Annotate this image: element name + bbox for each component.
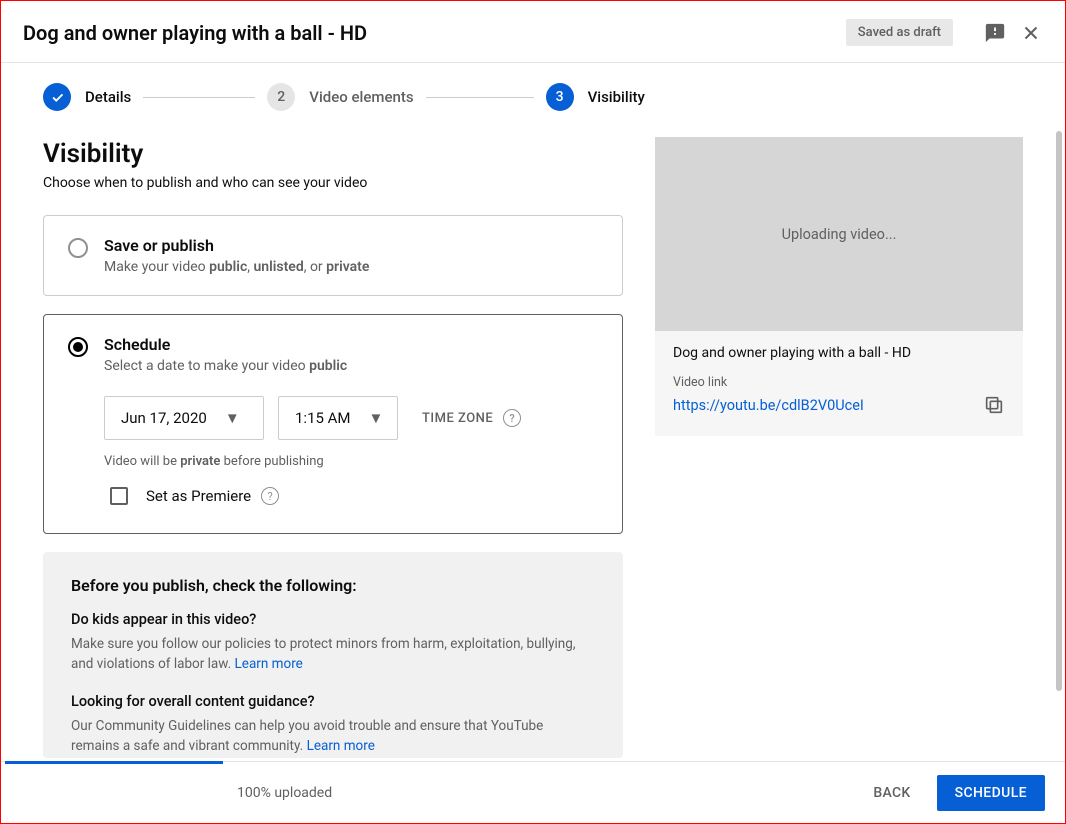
dropdown-value: 1:15 AM (295, 409, 351, 427)
video-link-label: Video link (673, 375, 1005, 390)
page-heading: Visibility (43, 139, 623, 169)
main-column: Visibility Choose when to publish and wh… (43, 131, 623, 761)
step-connector (143, 97, 255, 98)
video-info-panel: Dog and owner playing with a ball - HD V… (655, 331, 1023, 436)
option-content: Schedule Select a date to make your vide… (104, 335, 598, 505)
text: before publishing (220, 454, 323, 469)
step-video-elements[interactable]: 2 Video elements (267, 83, 413, 111)
uploading-text: Uploading video... (782, 226, 897, 243)
video-link[interactable]: https://youtu.be/cdlB2V0UceI (673, 397, 864, 414)
text-bold: private (180, 454, 220, 469)
step-label: Visibility (588, 88, 645, 106)
step-visibility[interactable]: 3 Visibility (546, 83, 645, 111)
dialog-title: Dog and owner playing with a ball - HD (23, 21, 846, 45)
dialog-footer: 100% uploaded BACK SCHEDULE (1, 761, 1065, 823)
upload-status-text: 100% uploaded (237, 785, 332, 801)
text: Video will be (104, 454, 180, 469)
option-content: Save or publish Make your video public, … (104, 236, 598, 275)
option-save-or-publish[interactable]: Save or publish Make your video public, … (43, 215, 623, 296)
checklist-question: Do kids appear in this video? (71, 611, 595, 628)
video-title: Dog and owner playing with a ball - HD (673, 345, 1005, 361)
option-title: Save or publish (104, 236, 598, 255)
schedule-date-dropdown[interactable]: Jun 17, 2020 ▼ (104, 396, 264, 440)
schedule-time-dropdown[interactable]: 1:15 AM ▼ (278, 396, 398, 440)
checklist-desc: Our Community Guidelines can help you av… (71, 716, 595, 757)
private-note: Video will be private before publishing (104, 454, 598, 469)
option-desc: Make your video public, unlisted, or pri… (104, 259, 598, 275)
text: Make your video (104, 259, 209, 275)
option-schedule[interactable]: Schedule Select a date to make your vide… (43, 314, 623, 534)
upload-progress-bar (5, 761, 223, 764)
dialog-header: Dog and owner playing with a ball - HD S… (1, 1, 1065, 62)
text: Make sure you follow our policies to pro… (71, 636, 576, 672)
dropdown-value: Jun 17, 2020 (121, 409, 207, 427)
step-label: Details (85, 88, 131, 106)
publish-checklist: Before you publish, check the following:… (43, 552, 623, 758)
text: , or (304, 259, 326, 275)
step-details[interactable]: Details (43, 83, 131, 111)
step-number: 3 (546, 83, 574, 111)
option-desc: Select a date to make your video public (104, 358, 598, 374)
step-number: 2 (267, 83, 295, 111)
scrollbar-thumb[interactable] (1056, 131, 1062, 691)
schedule-datetime-row: Jun 17, 2020 ▼ 1:15 AM ▼ TIME ZONE ? (104, 396, 598, 440)
timezone-label: TIME ZONE (422, 411, 493, 426)
step-connector (426, 97, 534, 98)
learn-more-link[interactable]: Learn more (235, 656, 303, 672)
chevron-down-icon: ▼ (369, 409, 384, 427)
learn-more-link[interactable]: Learn more (307, 738, 375, 754)
checklist-title: Before you publish, check the following: (71, 576, 595, 595)
help-icon[interactable]: ? (261, 487, 279, 505)
saved-draft-badge: Saved as draft (846, 19, 953, 46)
text-bold: public (209, 259, 247, 275)
premiere-checkbox[interactable] (110, 487, 128, 505)
chevron-down-icon: ▼ (225, 409, 240, 427)
radio-checked-icon[interactable] (68, 337, 88, 357)
close-icon[interactable] (1019, 21, 1043, 45)
back-button[interactable]: BACK (857, 775, 926, 811)
text: Select a date to make your video (104, 358, 309, 374)
checklist-desc: Make sure you follow our policies to pro… (71, 634, 595, 675)
step-label: Video elements (309, 88, 413, 106)
checklist-question: Looking for overall content guidance? (71, 693, 595, 710)
check-icon (43, 83, 71, 111)
feedback-icon[interactable] (983, 21, 1007, 45)
video-link-row: https://youtu.be/cdlB2V0UceI (673, 394, 1005, 416)
text-bold: private (326, 259, 369, 275)
radio-unchecked-icon[interactable] (68, 238, 88, 258)
stepper: Details 2 Video elements 3 Visibility (1, 63, 1065, 119)
text: Set as Premiere (146, 487, 251, 505)
side-column: Uploading video... Dog and owner playing… (655, 131, 1023, 761)
option-title: Schedule (104, 335, 598, 354)
timezone-button[interactable]: TIME ZONE ? (422, 409, 521, 427)
text-bold: public (309, 358, 347, 374)
text-bold: unlisted (253, 259, 303, 275)
premiere-label: Set as Premiere ? (146, 487, 279, 505)
copy-icon[interactable] (983, 394, 1005, 416)
schedule-button[interactable]: SCHEDULE (937, 775, 1045, 811)
page-subheading: Choose when to publish and who can see y… (43, 175, 623, 191)
video-preview-placeholder: Uploading video... (655, 137, 1023, 331)
dialog-body: Visibility Choose when to publish and wh… (1, 119, 1065, 761)
help-icon[interactable]: ? (503, 409, 521, 427)
premiere-row: Set as Premiere ? (110, 487, 598, 505)
